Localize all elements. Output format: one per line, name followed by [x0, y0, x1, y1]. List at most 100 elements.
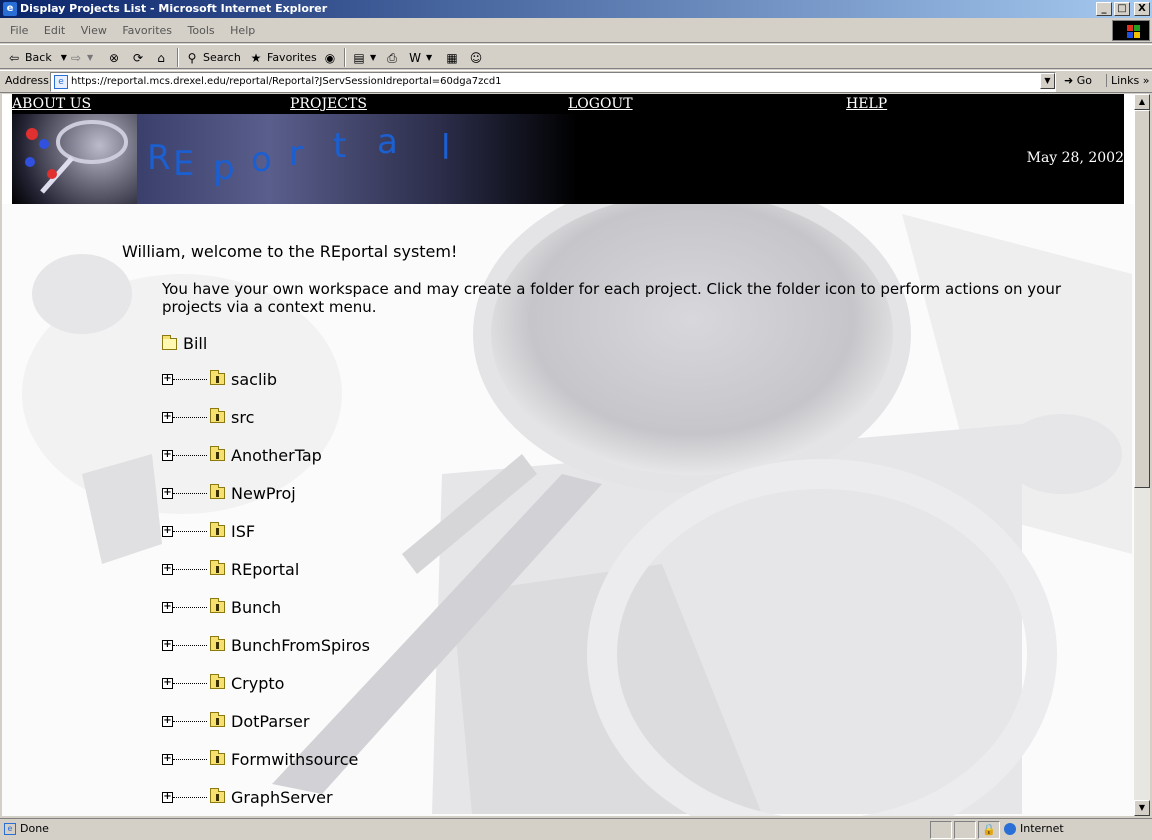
history-button[interactable]: ▤ ▼	[351, 48, 376, 67]
menu-file[interactable]: File	[4, 18, 34, 43]
project-name: AnotherTap	[231, 445, 322, 465]
tree-connector	[173, 530, 207, 532]
folder-icon[interactable]	[210, 446, 225, 461]
folder-icon[interactable]	[210, 712, 225, 727]
folder-icon[interactable]	[210, 560, 225, 575]
folder-icon[interactable]	[210, 484, 225, 499]
tree-connector	[173, 454, 207, 456]
folder-icon[interactable]	[210, 750, 225, 765]
tree-node: + Crypto	[162, 673, 284, 693]
expand-icon[interactable]: +	[162, 753, 173, 765]
logo-letter: l	[441, 128, 451, 168]
nav-about-us-link[interactable]: ABOUT US	[12, 96, 91, 112]
status-bar: e Done 🔒 Internet	[0, 818, 1152, 840]
edit-dropdown-icon[interactable]: ▼	[426, 48, 432, 67]
expand-icon[interactable]: +	[162, 449, 173, 461]
scroll-down-button[interactable]: ▼	[1134, 800, 1150, 816]
menu-help[interactable]: Help	[224, 18, 261, 43]
close-button[interactable]: X	[1134, 2, 1150, 16]
status-message: e Done	[4, 822, 49, 835]
menu-tools[interactable]: Tools	[182, 18, 221, 43]
minimize-button[interactable]: _	[1096, 2, 1112, 16]
expand-icon[interactable]: +	[162, 791, 173, 803]
address-dropdown-button[interactable]: ▼	[1040, 73, 1055, 89]
scroll-up-button[interactable]: ▲	[1134, 94, 1150, 110]
back-button[interactable]: ⇦ Back ▼	[6, 48, 67, 67]
media-icon: ◉	[324, 50, 336, 65]
tree-root-label: Bill	[183, 334, 208, 353]
refresh-button[interactable]: ⟳	[130, 48, 146, 67]
expand-icon[interactable]: +	[162, 601, 173, 613]
menu-items: File Edit View Favorites Tools Help	[4, 18, 261, 43]
stop-button[interactable]: ⊗	[106, 48, 122, 67]
menu-view[interactable]: View	[75, 18, 113, 43]
nav-projects-link[interactable]: PROJECTS	[290, 96, 367, 112]
open-folder-icon[interactable]	[162, 334, 177, 350]
project-name: saclib	[231, 369, 277, 389]
tree-root: Bill	[162, 334, 207, 353]
refresh-icon: ⟳	[132, 50, 144, 65]
links-button[interactable]: Links »	[1106, 74, 1150, 87]
intro-text: You have your own workspace and may crea…	[162, 280, 1061, 316]
project-name: Bunch	[231, 597, 282, 617]
expand-icon[interactable]: +	[162, 487, 173, 499]
discuss-icon: ▦	[446, 50, 458, 65]
project-name: ISF	[231, 521, 256, 541]
expand-icon[interactable]: +	[162, 677, 173, 689]
history-dropdown-icon[interactable]: ▼	[370, 48, 376, 67]
tree-node: + AnotherTap	[162, 445, 322, 465]
go-label: Go	[1076, 74, 1092, 87]
status-text: Done	[20, 822, 49, 835]
folder-icon[interactable]	[210, 598, 225, 613]
project-name: BunchFromSpiros	[231, 635, 370, 655]
project-name: Formwithsource	[231, 749, 359, 769]
stop-icon: ⊗	[108, 50, 120, 65]
edit-button[interactable]: W ▼	[407, 48, 432, 67]
tree-node: + REportal	[162, 559, 299, 579]
expand-icon[interactable]: +	[162, 525, 173, 537]
back-dropdown-icon[interactable]: ▼	[61, 48, 67, 67]
tree-connector	[173, 492, 207, 494]
address-input[interactable]: e https://reportal.mcs.drexel.edu/report…	[50, 72, 1056, 92]
folder-icon[interactable]	[210, 636, 225, 651]
page-icon: e	[54, 75, 68, 89]
expand-icon[interactable]: +	[162, 639, 173, 651]
page-done-icon: e	[4, 822, 16, 835]
expand-icon[interactable]: +	[162, 563, 173, 575]
nav-help-link[interactable]: HELP	[846, 96, 887, 112]
forward-dropdown-icon[interactable]: ▼	[87, 48, 93, 67]
vertical-scrollbar[interactable]: ▲ ▼	[1134, 94, 1150, 816]
search-button[interactable]: ⚲ Search	[184, 48, 241, 67]
favorites-button[interactable]: ★ Favorites	[248, 48, 317, 67]
home-button[interactable]: ⌂	[153, 48, 169, 67]
nav-logout-link[interactable]: LOGOUT	[568, 96, 633, 112]
forward-button[interactable]: ⇨ ▼	[68, 48, 93, 67]
folder-icon[interactable]	[210, 370, 225, 385]
messenger-button[interactable]: ☺	[468, 48, 484, 67]
menu-edit[interactable]: Edit	[38, 18, 71, 43]
folder-icon[interactable]	[210, 788, 225, 803]
menu-bar: File Edit View Favorites Tools Help	[0, 18, 1152, 43]
security-zone: Internet	[1004, 822, 1064, 835]
print-button[interactable]: ⎙	[384, 48, 400, 67]
go-button[interactable]: ➜ Go	[1064, 74, 1092, 87]
scroll-thumb[interactable]	[1134, 110, 1150, 488]
folder-icon[interactable]	[210, 522, 225, 537]
media-button[interactable]: ◉	[322, 48, 338, 67]
search-label: Search	[203, 51, 241, 64]
tree-connector	[173, 796, 207, 798]
tree-connector	[173, 568, 207, 570]
discuss-button[interactable]: ▦	[444, 48, 460, 67]
maximize-button[interactable]: □	[1114, 2, 1130, 16]
logo-letter: R	[147, 138, 171, 178]
tree-node: + Bunch	[162, 597, 281, 617]
expand-icon[interactable]: +	[162, 715, 173, 727]
logo-letter: p	[213, 148, 235, 188]
tree-connector	[173, 682, 207, 684]
menu-favorites[interactable]: Favorites	[116, 18, 178, 43]
expand-icon[interactable]: +	[162, 411, 173, 423]
expand-icon[interactable]: +	[162, 373, 173, 385]
folder-icon[interactable]	[210, 408, 225, 423]
folder-icon[interactable]	[210, 674, 225, 689]
project-name: Crypto	[231, 673, 285, 693]
